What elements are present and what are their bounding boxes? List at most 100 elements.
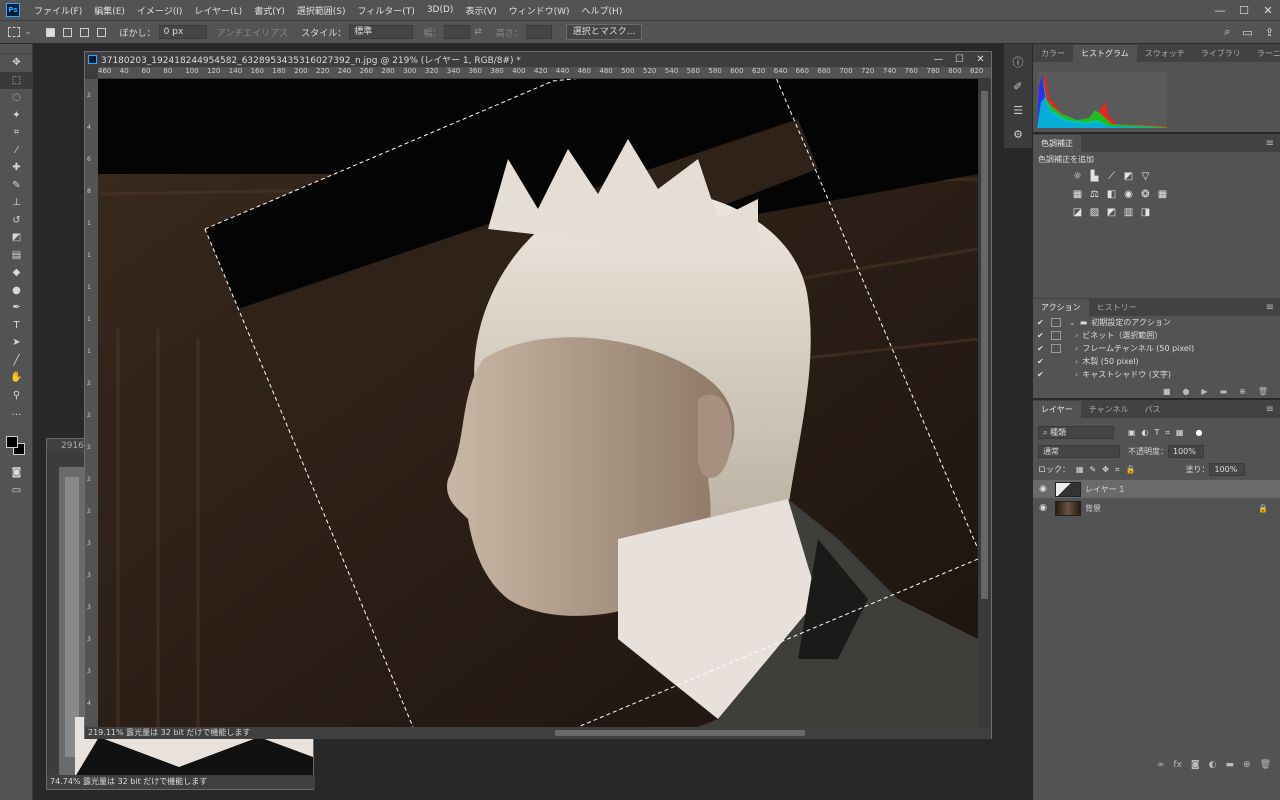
tab-color[interactable]: カラー: [1033, 45, 1073, 62]
doc-maximize-button[interactable]: ☐: [949, 54, 970, 65]
foreground-color-swatch[interactable]: [6, 436, 18, 448]
new-layer-icon[interactable]: ⊕: [1243, 760, 1251, 770]
dialog-toggle-icon[interactable]: [1051, 357, 1061, 366]
new-action-icon[interactable]: ⊕: [1239, 387, 1246, 396]
invert-icon[interactable]: ◪: [1069, 206, 1086, 219]
tab-channels[interactable]: チャンネル: [1081, 401, 1137, 418]
doc-close-button[interactable]: ✕: [970, 54, 991, 65]
healing-brush-tool-icon[interactable]: ✚: [0, 159, 33, 177]
more-tools-icon[interactable]: …: [0, 404, 33, 422]
layer-filter-select[interactable]: ⌕ 種類: [1038, 426, 1114, 439]
path-selection-tool-icon[interactable]: ➤: [0, 334, 33, 352]
color-swatches[interactable]: [6, 436, 26, 456]
lasso-tool-icon[interactable]: ◌: [0, 89, 33, 107]
feather-input[interactable]: 0 px: [158, 25, 207, 39]
info-icon[interactable]: ⓘ: [1004, 50, 1032, 74]
horizontal-scroll-thumb[interactable]: [555, 730, 805, 736]
height-input[interactable]: [525, 25, 552, 39]
menu-view[interactable]: 表示(V): [459, 4, 502, 17]
vertical-ruler[interactable]: 2 4 6 8 1 1 1 1 1 2 2 2 2 2 3 3 3 3 3 4: [85, 79, 98, 727]
record-icon[interactable]: ●: [1182, 387, 1189, 396]
color-balance-icon[interactable]: ⚖: [1086, 188, 1103, 201]
link-layers-icon[interactable]: ∞: [1157, 760, 1165, 770]
new-set-icon[interactable]: ▬: [1220, 387, 1228, 396]
gradient-tool-icon[interactable]: ▤: [0, 247, 33, 265]
select-and-mask-button[interactable]: 選択とマスク...: [565, 24, 643, 40]
brush-tool-icon[interactable]: ✎: [0, 177, 33, 195]
dialog-toggle-icon[interactable]: [1051, 318, 1061, 327]
blend-mode-select[interactable]: 通常: [1038, 445, 1120, 458]
maximize-button[interactable]: ☐: [1232, 4, 1256, 17]
layer-filter-icons[interactable]: ▣◐T⌗▦: [1128, 428, 1190, 438]
dialog-toggle-icon[interactable]: [1051, 344, 1061, 353]
clone-stamp-tool-icon[interactable]: ⊥: [0, 194, 33, 212]
vibrance-icon[interactable]: ▽: [1137, 170, 1154, 183]
stop-icon[interactable]: ■: [1163, 387, 1171, 396]
play-icon[interactable]: ▶: [1201, 387, 1207, 396]
share-icon[interactable]: ⇪: [1265, 26, 1274, 39]
marquee-tool-icon[interactable]: ⬚: [0, 71, 33, 89]
check-icon[interactable]: ✔: [1037, 318, 1047, 327]
menu-window[interactable]: ウィンドウ(W): [503, 4, 576, 17]
layer-row-background[interactable]: ◉ 背景 🔒: [1033, 499, 1280, 517]
zoom-tool-icon[interactable]: ⚲: [0, 387, 33, 405]
panel-menu-icon[interactable]: ≡: [1266, 401, 1280, 418]
opacity-input[interactable]: 100%: [1168, 445, 1204, 458]
blur-tool-icon[interactable]: ◆: [0, 264, 33, 282]
image-canvas[interactable]: [98, 79, 978, 727]
layer-name[interactable]: レイヤー 1: [1085, 484, 1124, 495]
dialog-toggle-icon[interactable]: [1051, 370, 1061, 379]
dialog-toggle-icon[interactable]: [1051, 331, 1061, 340]
type-tool-icon[interactable]: T: [0, 317, 33, 335]
tab-swatches[interactable]: スウォッチ: [1137, 45, 1193, 62]
exposure-icon[interactable]: ◩: [1120, 170, 1137, 183]
action-set-row[interactable]: ✔ ⌄ ▬ 初期設定のアクション: [1033, 316, 1280, 329]
action-row[interactable]: ✔ › フレームチャンネル (50 pixel): [1033, 342, 1280, 355]
tab-learn[interactable]: ラーニング: [1249, 45, 1280, 62]
action-row[interactable]: ✔ › 木製 (50 pixel): [1033, 355, 1280, 368]
trash-icon[interactable]: 🗑: [1260, 760, 1271, 770]
vertical-scrollbar[interactable]: [978, 79, 991, 727]
brightness-contrast-icon[interactable]: ☼: [1069, 170, 1086, 183]
posterize-icon[interactable]: ▨: [1086, 206, 1103, 219]
style-select[interactable]: 標準: [349, 25, 414, 39]
tab-history[interactable]: ヒストリー: [1089, 299, 1145, 316]
screen-mode-icon[interactable]: ▭: [0, 482, 33, 500]
toolbar-grip[interactable]: [0, 44, 32, 54]
marquee-preset-icon[interactable]: [8, 27, 20, 37]
visibility-eye-icon[interactable]: ◉: [1033, 503, 1053, 513]
photo-filter-icon[interactable]: ◉: [1120, 188, 1137, 201]
channel-mixer-icon[interactable]: ❂: [1137, 188, 1154, 201]
menu-layer[interactable]: レイヤー(L): [188, 4, 248, 17]
tab-paths[interactable]: パス: [1137, 401, 1169, 418]
group-icon[interactable]: ▬: [1226, 760, 1235, 770]
menu-3d[interactable]: 3D(D): [421, 5, 460, 15]
chevron-down-icon[interactable]: ⌄: [1069, 318, 1076, 327]
line-tool-icon[interactable]: ╱: [0, 352, 33, 370]
layer-mask-icon[interactable]: ◙: [1191, 760, 1200, 770]
new-selection-icon[interactable]: [45, 27, 55, 37]
layer-style-icon[interactable]: fx: [1173, 760, 1182, 770]
search-icon[interactable]: ⌕: [1224, 25, 1230, 39]
chevron-down-icon[interactable]: ⌄: [24, 27, 32, 37]
eraser-tool-icon[interactable]: ◩: [0, 229, 33, 247]
chevron-right-icon[interactable]: ›: [1075, 370, 1078, 379]
magic-wand-tool-icon[interactable]: ✦: [0, 107, 33, 125]
hand-tool-icon[interactable]: ✋: [0, 369, 33, 387]
check-icon[interactable]: ✔: [1037, 331, 1047, 340]
menu-image[interactable]: イメージ(I): [131, 4, 189, 17]
adjustments-icon[interactable]: ⚙: [1004, 122, 1032, 146]
action-row[interactable]: ✔ › キャストシャドウ (文字): [1033, 368, 1280, 381]
adjustment-layer-icon[interactable]: ◐: [1209, 760, 1217, 770]
quick-mask-icon[interactable]: ◙: [0, 464, 33, 482]
brush-settings-icon[interactable]: ✐: [1004, 74, 1032, 98]
menu-filter[interactable]: フィルター(T): [351, 4, 420, 17]
intersect-selection-icon[interactable]: [96, 27, 106, 37]
tab-layers[interactable]: レイヤー: [1033, 401, 1081, 418]
black-white-icon[interactable]: ◧: [1103, 188, 1120, 201]
history-brush-tool-icon[interactable]: ↺: [0, 212, 33, 230]
trash-icon[interactable]: 🗑: [1258, 387, 1268, 396]
lock-icons[interactable]: ▦✎✥⌗🔒: [1076, 465, 1141, 475]
filter-toggle-icon[interactable]: ●: [1196, 428, 1203, 437]
document-titlebar[interactable]: 37180203_192418244954582_632895343531602…: [85, 52, 991, 67]
